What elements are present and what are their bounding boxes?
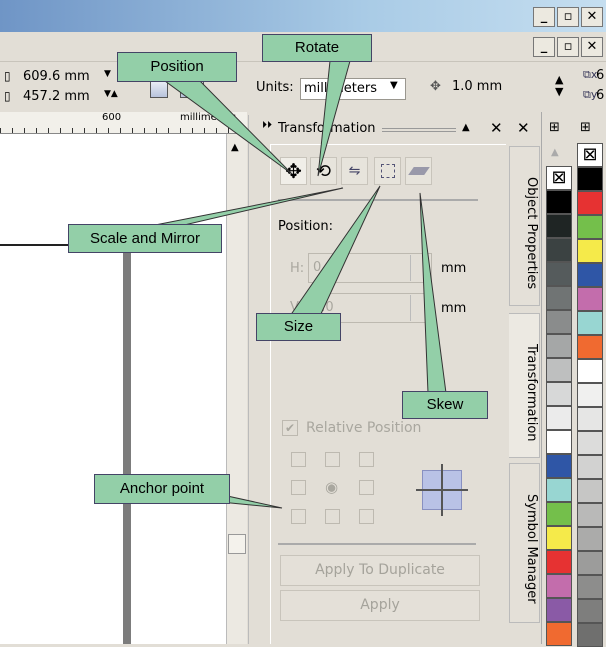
skew-pointer [419,192,447,394]
scale-pointer [149,187,344,227]
callout-anchor-point: Anchor point [94,474,230,504]
size-pointer [289,185,381,317]
callout-position: Position [117,52,237,82]
callout-rotate: Rotate [262,34,372,62]
callout-size: Size [256,313,341,341]
rotate-pointer [317,60,351,177]
callout-skew: Skew [402,391,488,419]
callout-scale-mirror: Scale and Mirror [68,224,222,253]
position-pointer [163,80,293,175]
